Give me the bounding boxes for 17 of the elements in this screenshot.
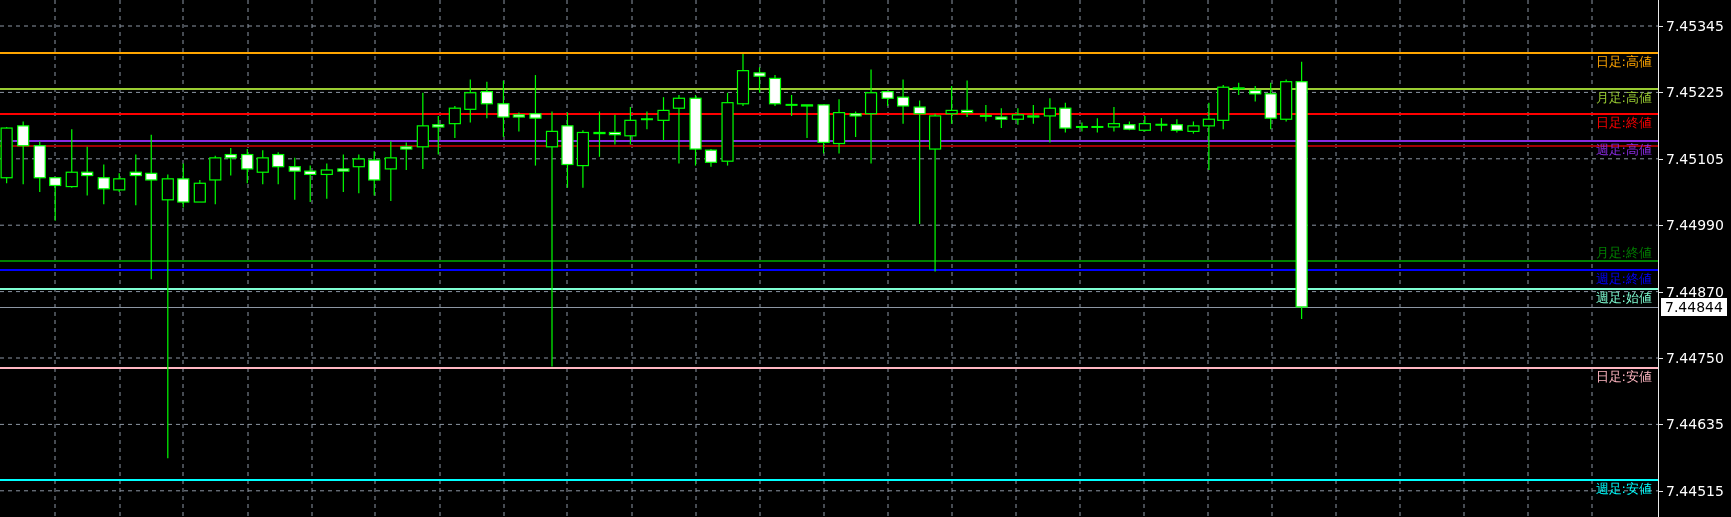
price-tick-label: 7.44990 xyxy=(1666,216,1724,235)
level-label: 週足:始値 xyxy=(1595,290,1652,305)
price-tick-label: 7.44870 xyxy=(1666,282,1724,301)
level-label: 週足:安値 xyxy=(1595,481,1652,496)
price-tick-label: 7.45345 xyxy=(1666,17,1724,35)
price-tick-label: 7.45225 xyxy=(1666,83,1724,102)
price-tick-label: 7.45105 xyxy=(1666,149,1724,168)
level-label: 月足:高値 xyxy=(1595,90,1652,105)
price-tick-label: 7.44515 xyxy=(1666,481,1724,500)
level-label: 月足:終値 xyxy=(1595,245,1652,260)
current-price-label: 7.44844 xyxy=(1661,298,1727,316)
price-tick-label: 7.44635 xyxy=(1666,415,1724,434)
level-label: 週足:終値 xyxy=(1595,271,1652,286)
level-label: 日足:高値 xyxy=(1595,54,1652,69)
price-tick-label: 7.44750 xyxy=(1666,349,1724,367)
level-label: 日足:終値 xyxy=(1595,115,1652,130)
level-label: 日足:安値 xyxy=(1595,369,1652,384)
